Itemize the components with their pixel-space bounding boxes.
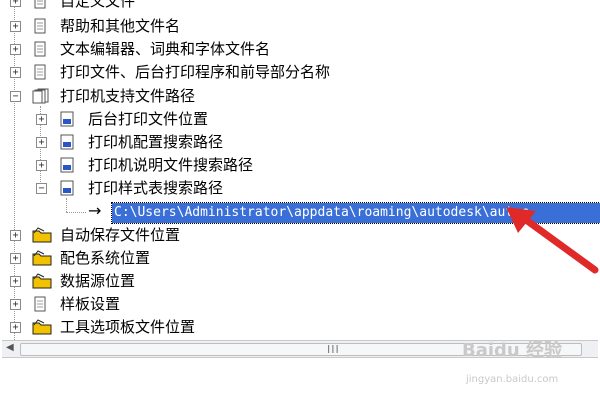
tree-item-plot-style-path[interactable]: − 打印样式表搜索路径 (0, 177, 600, 199)
tree-item-spool-location[interactable]: + 后台打印文件位置 (0, 108, 600, 130)
document-icon (34, 41, 46, 57)
pdf-file-icon (60, 134, 74, 150)
tree-item-tool-palettes[interactable]: + 工具选项板文件位置 (0, 316, 600, 338)
collapse-icon[interactable]: − (10, 91, 21, 102)
expand-icon[interactable]: + (10, 0, 21, 7)
tree-item-printer-config-path[interactable]: + 打印机配置搜索路径 (0, 131, 600, 153)
annotation-arrow-icon (506, 207, 599, 274)
tree-item-template-settings[interactable]: + 样板设置 (0, 293, 600, 315)
document-icon (34, 18, 46, 34)
tree-item-label: 自定义文件 (60, 0, 136, 10)
tree-item-label: 配色系统位置 (60, 249, 151, 267)
document-icon (34, 0, 46, 9)
pdf-file-icon (60, 180, 74, 196)
scrollbar-grip: III (327, 343, 340, 356)
path-arrow-icon: → (88, 201, 102, 220)
tree-guide-line (66, 198, 67, 212)
tree-item-label: 打印机配置搜索路径 (88, 133, 224, 151)
expand-icon[interactable]: + (36, 114, 47, 125)
expand-icon[interactable]: + (10, 253, 21, 264)
folder-icon (32, 273, 52, 289)
folder-icon (32, 227, 52, 243)
expand-icon[interactable]: + (10, 230, 21, 241)
document-icon (34, 64, 46, 80)
expand-icon[interactable]: + (36, 160, 47, 171)
tree-item-print-files[interactable]: + 打印文件、后台打印程序和前导部分名称 (0, 61, 600, 83)
expand-icon[interactable]: + (10, 276, 21, 287)
pdf-file-icon (60, 157, 74, 173)
baidu-watermark-url: jingyan.baidu.com (466, 374, 559, 385)
tree-item-help-files[interactable]: + 帮助和其他文件名 (0, 15, 600, 37)
options-file-tree: + 自定义文件 + 帮助和其他文件名 + 文本编辑器、词典和字体文件名 + 打印… (0, 0, 600, 340)
documents-stack-icon (32, 88, 49, 104)
collapse-icon[interactable]: − (36, 183, 47, 194)
tree-item-label: 打印机支持文件路径 (60, 87, 196, 105)
expand-icon[interactable]: + (10, 21, 21, 32)
tree-item-printer-desc-path[interactable]: + 打印机说明文件搜索路径 (0, 154, 600, 176)
tree-item-label: 帮助和其他文件名 (60, 17, 181, 35)
tree-item-label: 工具选项板文件位置 (60, 318, 196, 336)
baidu-watermark: Baidu 经验 (462, 340, 563, 361)
tree-item-custom-files[interactable]: + 自定义文件 (0, 0, 600, 12)
tree-item-label: 数据源位置 (60, 272, 136, 290)
tree-item-label: 打印机说明文件搜索路径 (88, 156, 254, 174)
tree-item-text-editor-files[interactable]: + 文本编辑器、词典和字体文件名 (0, 38, 600, 60)
tree-item-printer-support-paths[interactable]: − 打印机支持文件路径 (0, 85, 600, 107)
document-icon (34, 296, 46, 312)
pdf-file-icon (60, 111, 74, 127)
tree-item-label: 样板设置 (60, 295, 121, 313)
expand-icon[interactable]: + (10, 299, 21, 310)
expand-icon[interactable]: + (36, 137, 47, 148)
tree-item-label: 打印文件、后台打印程序和前导部分名称 (60, 63, 331, 81)
folder-icon (32, 319, 52, 335)
expand-icon[interactable]: + (10, 322, 21, 333)
tree-item-label: 打印样式表搜索路径 (88, 179, 224, 197)
tree-item-label: 后台打印文件位置 (88, 110, 209, 128)
scroll-left-icon[interactable]: ◀ (6, 342, 14, 353)
expand-icon[interactable]: + (10, 67, 21, 78)
tree-item-label: 自动保存文件位置 (60, 226, 181, 244)
tree-guide-line (66, 212, 86, 213)
folder-icon (32, 250, 52, 266)
expand-icon[interactable]: + (10, 44, 21, 55)
tree-item-label: 文本编辑器、词典和字体文件名 (60, 40, 271, 58)
